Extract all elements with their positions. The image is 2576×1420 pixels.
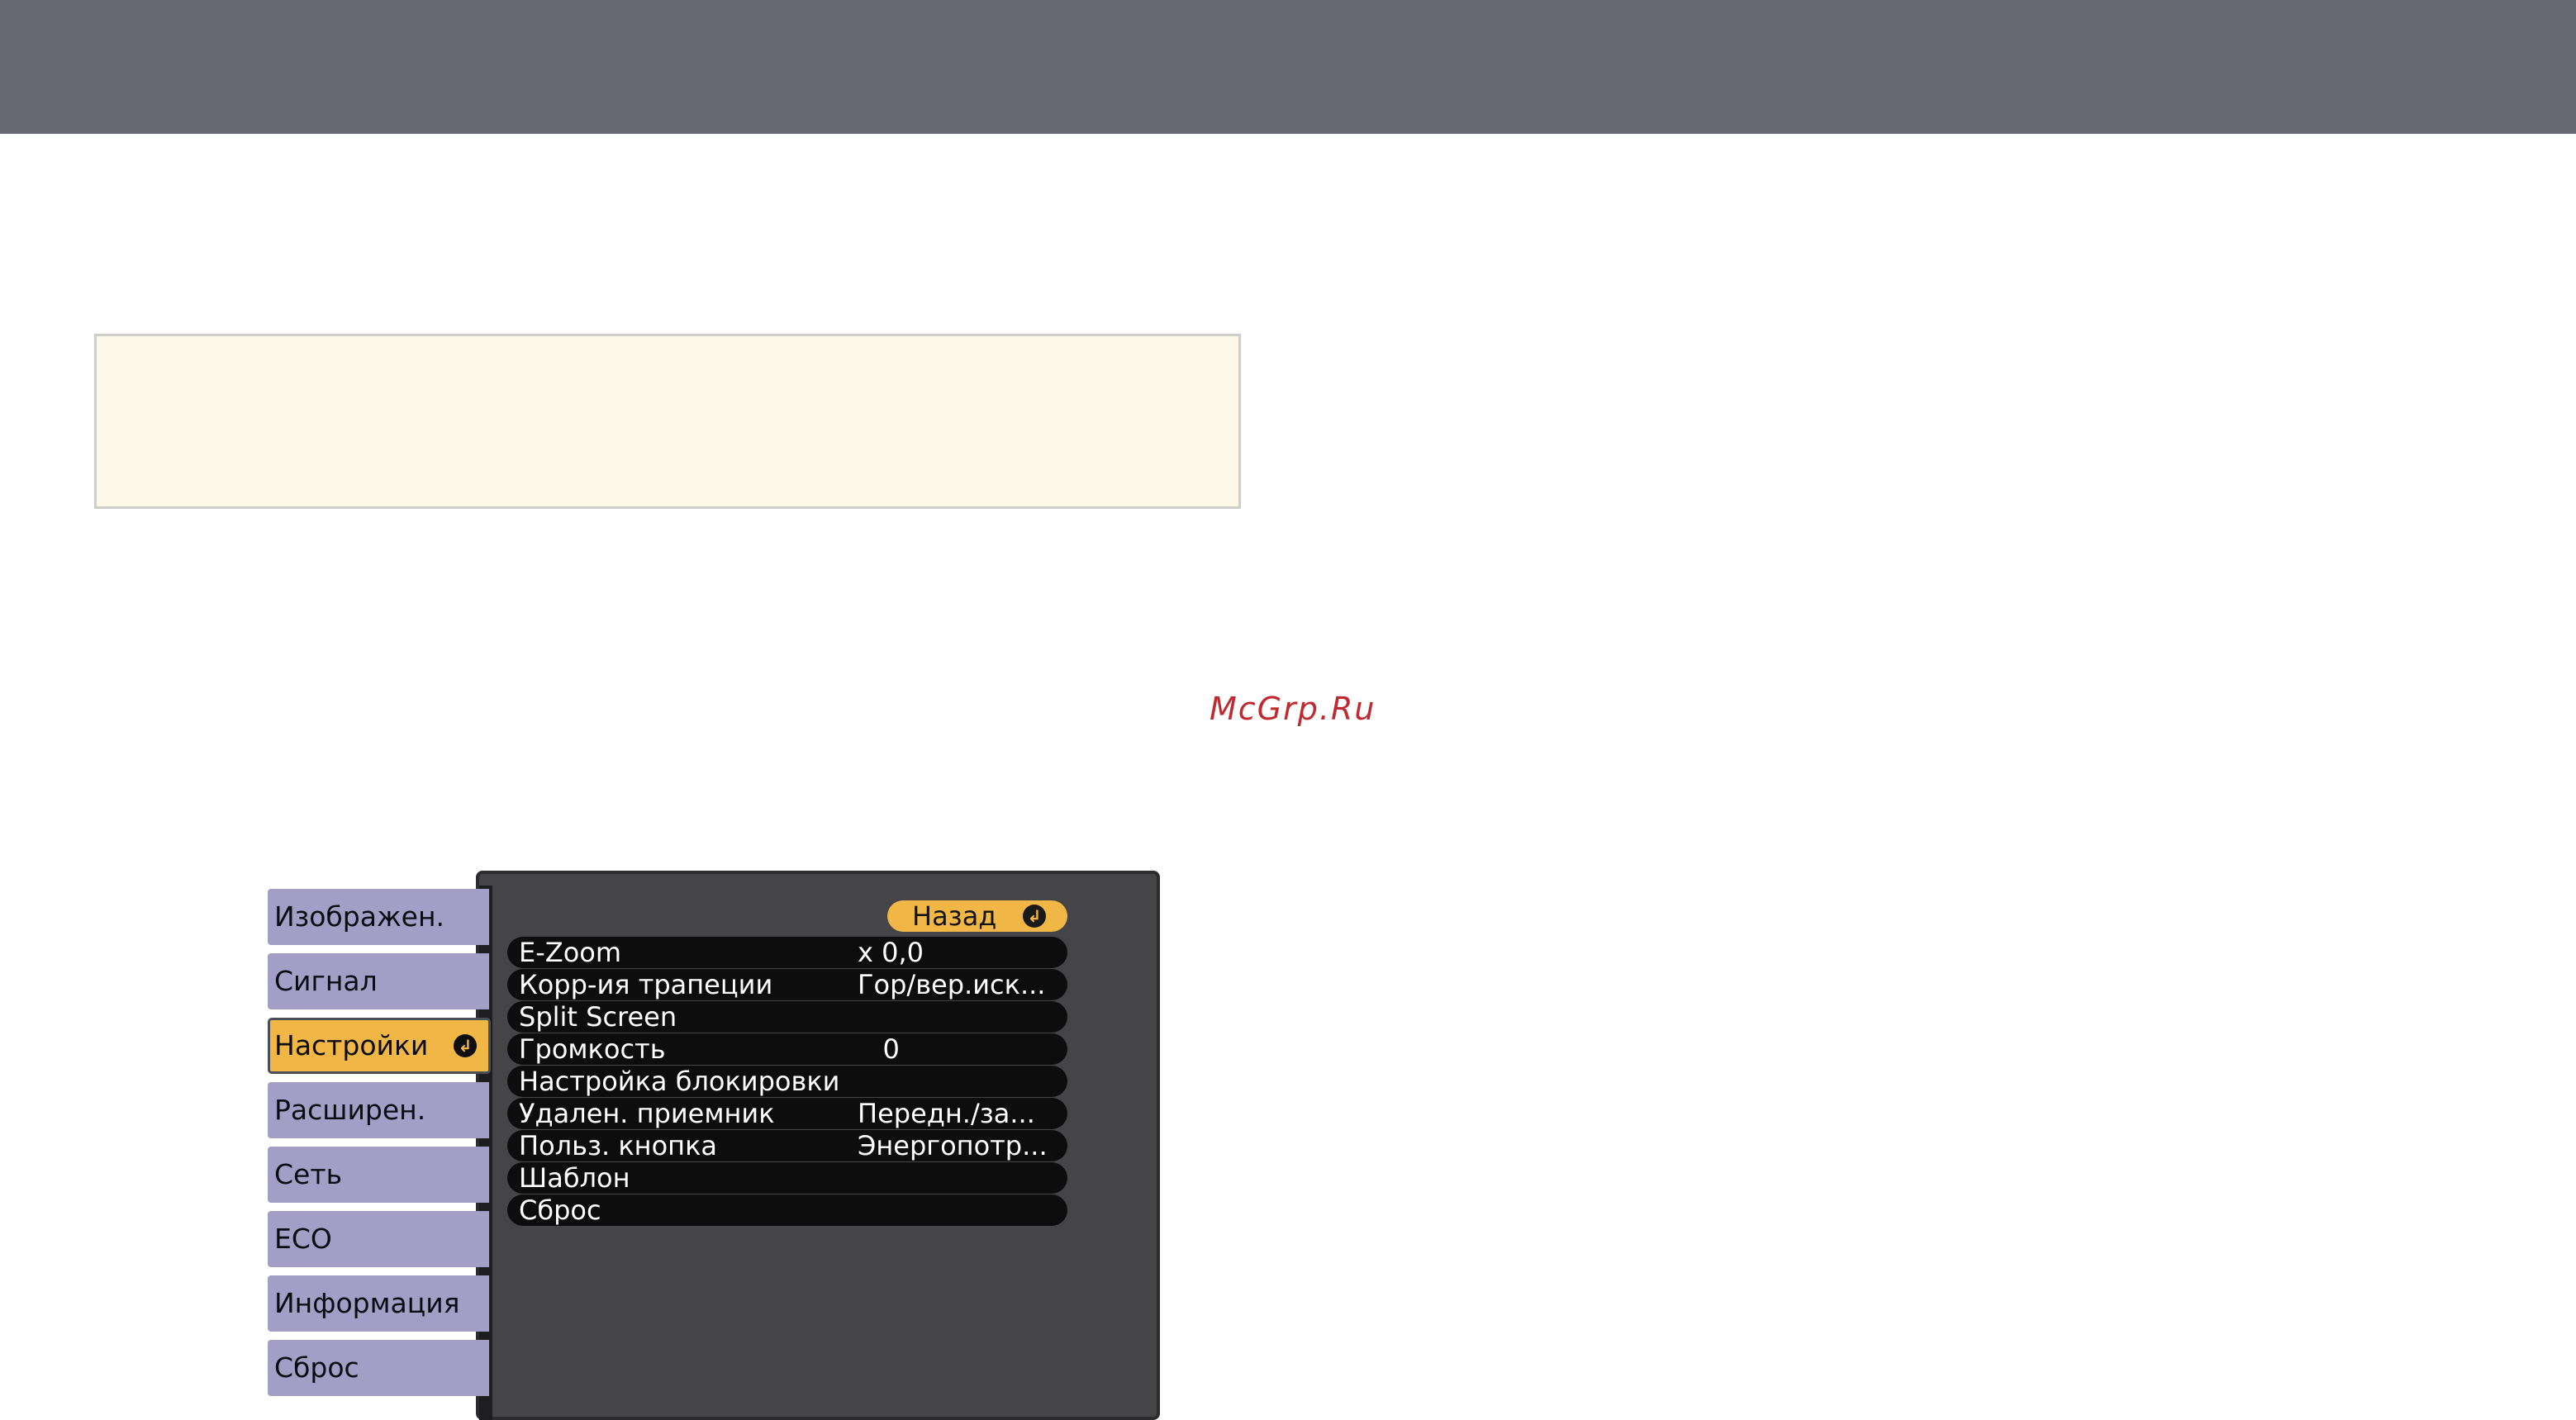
sidebar-item-network[interactable]: Сеть [268, 1147, 489, 1203]
sidebar-item-label: Настройки [274, 1029, 429, 1061]
enter-return-icon: ↲ [1023, 905, 1046, 928]
menu-row-remote-receiver[interactable]: Удален. приемник Передн./за... [507, 1098, 1067, 1129]
sidebar-item-info[interactable]: Информация [268, 1275, 489, 1332]
row-label: Корр-ия трапеции [519, 969, 773, 1000]
note-box [94, 334, 1241, 509]
sidebar-item-image[interactable]: Изображен. [268, 889, 489, 945]
sidebar-item-settings[interactable]: Настройки ↲ [268, 1018, 491, 1074]
back-label: Назад [912, 900, 997, 932]
row-value: Передн./за... [858, 1098, 1035, 1129]
sidebar-item-reset[interactable]: Сброс [268, 1340, 489, 1396]
menu-row-keystone[interactable]: Корр-ия трапеции Гор/вер.иск... [507, 969, 1067, 1000]
row-value: 0 [858, 1033, 900, 1065]
row-label: Шаблон [519, 1162, 630, 1194]
menu-row-user-button[interactable]: Польз. кнопка Энергопотр... [507, 1130, 1067, 1161]
menu-row-split-screen[interactable]: Split Screen [507, 1001, 1067, 1033]
row-label: Сброс [519, 1194, 601, 1226]
menu-row-e-zoom[interactable]: E-Zoom x 0,0 [507, 937, 1067, 968]
projector-osd-menu: Назад ↲ E-Zoom x 0,0 Корр-ия трапеции Го… [268, 871, 1160, 1420]
sidebar-item-extended[interactable]: Расширен. [268, 1082, 489, 1138]
row-value: x 0,0 [858, 937, 924, 968]
menu-row-volume[interactable]: Громкость 0 [507, 1033, 1067, 1065]
top-bar [0, 0, 2576, 134]
enter-return-icon: ↲ [454, 1034, 477, 1057]
row-label: Громкость [519, 1033, 666, 1065]
row-label: E-Zoom [519, 937, 622, 968]
row-label: Польз. кнопка [519, 1130, 717, 1161]
row-label: Настройка блокировки [519, 1066, 840, 1097]
submenu-panel: Назад ↲ E-Zoom x 0,0 Корр-ия трапеции Го… [476, 871, 1160, 1420]
sidebar-item-eco[interactable]: ECO [268, 1211, 489, 1267]
row-value: Гор/вер.иск... [858, 969, 1046, 1000]
menu-row-reset[interactable]: Сброс [507, 1194, 1067, 1226]
sidebar-item-signal[interactable]: Сигнал [268, 953, 489, 1009]
menu-row-pattern[interactable]: Шаблон [507, 1162, 1067, 1194]
row-value: Энергопотр... [858, 1130, 1048, 1161]
watermark: McGrp.Ru [1210, 691, 1376, 727]
row-label: Удален. приемник [519, 1098, 775, 1129]
row-label: Split Screen [519, 1001, 677, 1033]
menu-row-lock-setting[interactable]: Настройка блокировки [507, 1066, 1067, 1097]
back-button[interactable]: Назад ↲ [887, 900, 1067, 932]
